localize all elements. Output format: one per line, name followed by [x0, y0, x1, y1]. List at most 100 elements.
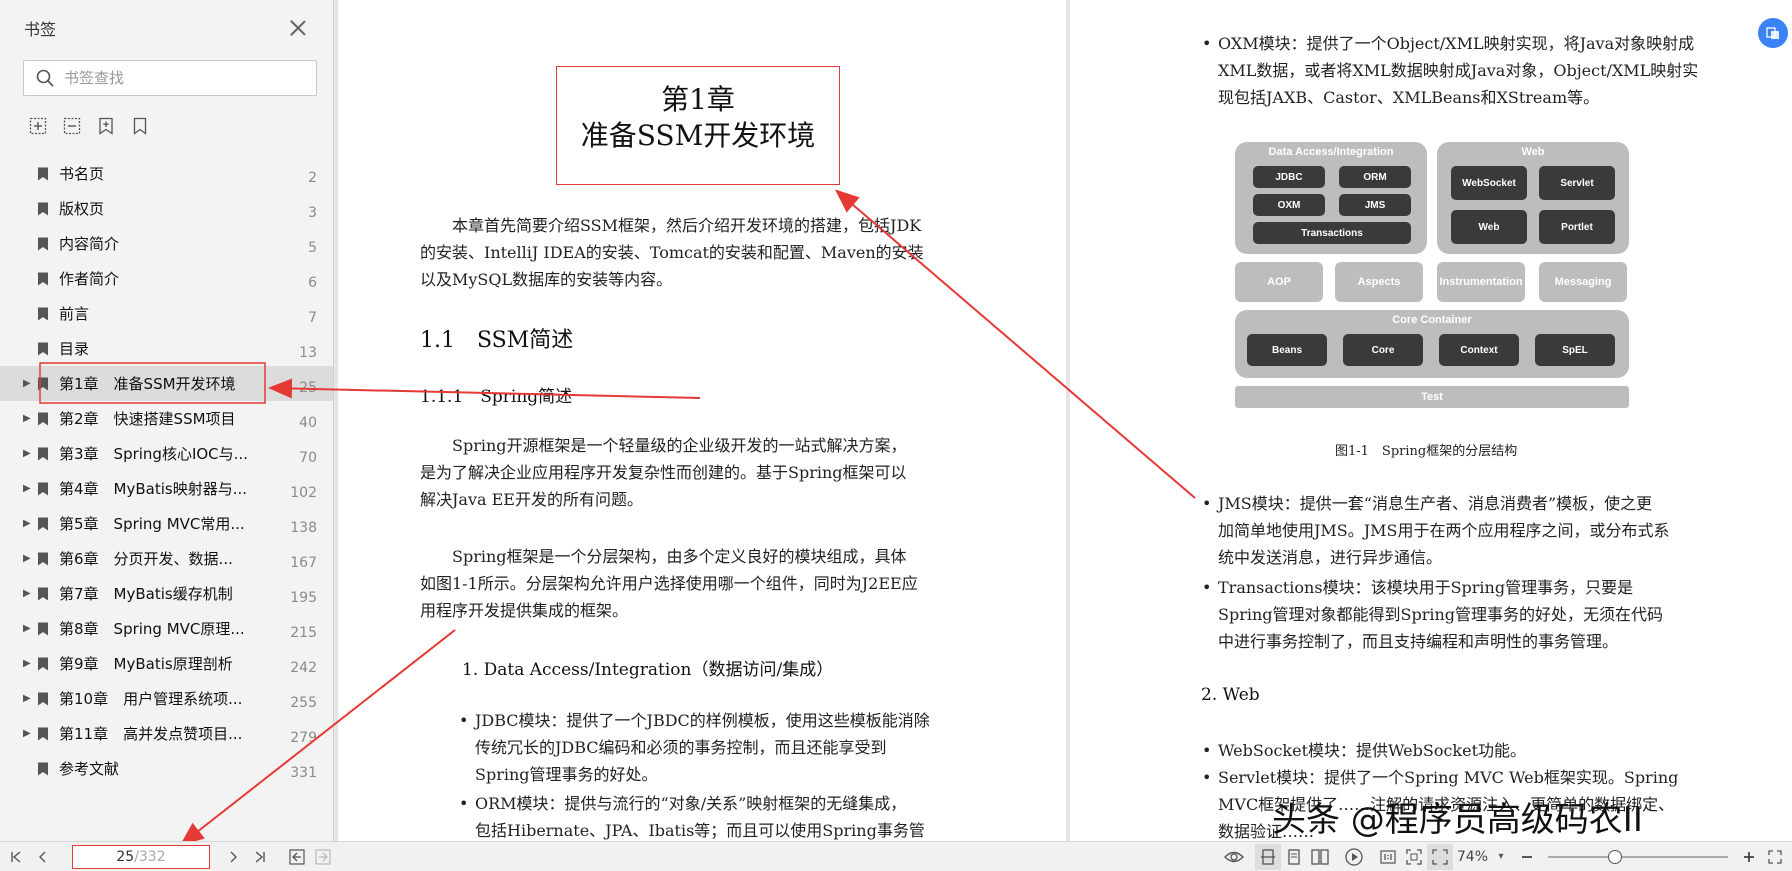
spring-paragraph-1: Spring开源框架是一个轻量级的企业级开发的一站式解决方案， 是为了解决企业应…: [420, 436, 907, 509]
bookmark-icon: [38, 727, 48, 740]
list-heading-data-access: 1. Data Access/Integration（数据访问/集成）: [462, 660, 834, 680]
bookmark-search-input[interactable]: [64, 69, 304, 87]
bookmark-icon: [38, 412, 48, 425]
expand-caret-icon[interactable]: ▶: [23, 378, 33, 389]
diagram-group-data-access: Data Access/Integration JDBC ORM OXM JMS…: [1235, 142, 1427, 254]
bookmark-item[interactable]: ▶ 第3章 Spring核心IOC与... 70: [0, 436, 333, 471]
bookmark-icon: [38, 622, 48, 635]
status-bar: 25/332 74% ▾: [0, 841, 1792, 871]
continuous-page-icon[interactable]: [1281, 844, 1307, 870]
bookmark-item[interactable]: ▶ 第7章 MyBatis缓存机制 195: [0, 576, 333, 611]
bookmark-icon: [38, 447, 48, 460]
sidebar-title: 书签: [24, 20, 57, 39]
diagram-box-jdbc: JDBC: [1253, 166, 1325, 188]
bookmark-page: 138: [290, 520, 317, 536]
fullscreen-icon[interactable]: [1762, 844, 1788, 870]
bookmark-item[interactable]: ▶内容简介5: [0, 226, 333, 261]
zoom-in-icon[interactable]: [1736, 844, 1762, 870]
bookmark-icon: [38, 587, 48, 600]
bookmark-label: 第10章 用户管理系统项...: [59, 690, 243, 708]
diagram-group-web: Web WebSocket Servlet Web Portlet: [1437, 142, 1629, 254]
page-number-input[interactable]: 25/332: [72, 844, 210, 869]
close-icon[interactable]: [287, 17, 309, 39]
single-page-icon[interactable]: [1254, 843, 1281, 870]
bookmark-page: 279: [290, 730, 317, 746]
bookmark-label: 第5章 Spring MVC常用...: [59, 515, 245, 533]
bookmark-icon: [38, 482, 48, 495]
bookmark-icon[interactable]: [130, 116, 150, 136]
expand-caret-icon[interactable]: ▶: [23, 588, 33, 599]
bookmark-icon: [38, 202, 48, 215]
translate-icon[interactable]: [1758, 18, 1788, 48]
expand-caret-icon[interactable]: ▶: [23, 448, 33, 459]
last-page-icon[interactable]: [246, 844, 272, 870]
document-viewport[interactable]: 第1章 准备SSM开发环境 本章首先简要介绍SSM框架，然后介绍开发环境的搭建，…: [335, 0, 1792, 841]
expand-caret-icon[interactable]: ▶: [23, 553, 33, 564]
forward-icon[interactable]: [310, 844, 336, 870]
diagram-box-context: Context: [1439, 334, 1519, 366]
spring-architecture-diagram: Data Access/Integration JDBC ORM OXM JMS…: [1235, 138, 1629, 410]
collapse-all-icon[interactable]: [62, 116, 82, 136]
bookmark-toolbar: [0, 112, 333, 140]
bookmark-search[interactable]: [23, 60, 317, 96]
bookmark-item[interactable]: ▶前言7: [0, 296, 333, 331]
expand-caret-icon[interactable]: ▶: [23, 518, 33, 529]
bookmark-item[interactable]: ▶参考文献331: [0, 751, 333, 786]
bookmark-label: 第6章 分页开发、数据...: [59, 550, 233, 568]
eye-icon[interactable]: [1221, 844, 1247, 870]
bookmark-item[interactable]: ▶ 第1章 准备SSM开发环境 25: [0, 366, 333, 401]
chapter-number: 第1章: [661, 83, 735, 116]
actual-size-icon[interactable]: [1375, 844, 1401, 870]
bookmark-item[interactable]: ▶ 第8章 Spring MVC原理... 215: [0, 611, 333, 646]
bookmark-icon: [38, 167, 48, 180]
zoom-dropdown-icon[interactable]: ▾: [1488, 844, 1514, 870]
bookmark-page: 242: [290, 660, 317, 676]
bookmark-item[interactable]: ▶ 第11章 高并发点赞项目... 279: [0, 716, 333, 751]
expand-all-icon[interactable]: [28, 116, 48, 136]
expand-caret-icon[interactable]: ▶: [23, 693, 33, 704]
expand-caret-icon[interactable]: ▶: [23, 413, 33, 424]
expand-caret-icon[interactable]: ▶: [23, 728, 33, 739]
expand-caret-icon[interactable]: ▶: [23, 623, 33, 634]
first-page-icon[interactable]: [4, 844, 30, 870]
next-page-icon[interactable]: [220, 844, 246, 870]
back-icon[interactable]: [284, 844, 310, 870]
bookmark-sidebar: 书签 ▶ 书名页 2 ▶ 版权页 3 ▶ 内容简介 5 ▶ 作者简介 6 ▶ 前言 7 ▶ 目录 13 ▶ 第1章 准…: [0, 0, 334, 841]
bookmark-item[interactable]: ▶ 第2章 快速搭建SSM项目 40: [0, 401, 333, 436]
add-bookmark-icon[interactable]: [96, 116, 116, 136]
list-item-jdbc: JDBC模块：提供了一个JBDC的样例模板，使用这些模板能消除 传统冗长的JDB…: [459, 707, 975, 788]
zoom-out-icon[interactable]: [1514, 844, 1540, 870]
bookmark-label: 第7章 MyBatis缓存机制: [59, 585, 233, 603]
bookmark-label: 内容简介: [59, 235, 120, 253]
bookmark-item[interactable]: ▶ 第9章 MyBatis原理剖析 242: [0, 646, 333, 681]
zoom-slider-thumb[interactable]: [1608, 849, 1622, 864]
fit-page-icon[interactable]: [1401, 844, 1427, 870]
bookmark-item[interactable]: ▶ 第6章 分页开发、数据... 167: [0, 541, 333, 576]
bookmark-page: 70: [299, 450, 317, 466]
bookmark-page: 25: [299, 380, 317, 396]
bookmark-item[interactable]: ▶ 第5章 Spring MVC常用... 138: [0, 506, 333, 541]
bookmark-item[interactable]: ▶ 第10章 用户管理系统项... 255: [0, 681, 333, 716]
bookmark-item[interactable]: ▶目录13: [0, 331, 333, 366]
expand-caret-icon[interactable]: ▶: [23, 658, 33, 669]
zoom-slider[interactable]: [1548, 849, 1728, 864]
expand-caret-icon[interactable]: ▶: [23, 483, 33, 494]
page-right: OXM模块：提供了一个Object/XML映射实现，将Java对象映射成 XML…: [1070, 0, 1792, 841]
bookmark-label: 前言: [59, 305, 90, 323]
prev-page-icon[interactable]: [30, 844, 56, 870]
diagram-box-messaging: Messaging: [1539, 262, 1627, 302]
total-pages: /332: [134, 848, 166, 865]
zoom-level[interactable]: 74%: [1457, 849, 1488, 865]
fit-width-icon[interactable]: [1426, 843, 1453, 870]
bookmark-item[interactable]: ▶书名页2: [0, 156, 333, 191]
diagram-box-oxm: OXM: [1253, 194, 1325, 216]
bookmark-item[interactable]: ▶ 第4章 MyBatis映射器与... 102: [0, 471, 333, 506]
bookmark-icon: [38, 657, 48, 670]
diagram-box-aop: AOP: [1235, 262, 1323, 302]
play-icon[interactable]: [1341, 844, 1367, 870]
bookmark-item[interactable]: ▶作者简介6: [0, 261, 333, 296]
bookmark-item[interactable]: ▶版权页3: [0, 191, 333, 226]
dual-page-icon[interactable]: [1307, 844, 1333, 870]
bookmark-label: 第9章 MyBatis原理剖析: [59, 655, 233, 673]
bookmark-page: 5: [308, 240, 317, 256]
